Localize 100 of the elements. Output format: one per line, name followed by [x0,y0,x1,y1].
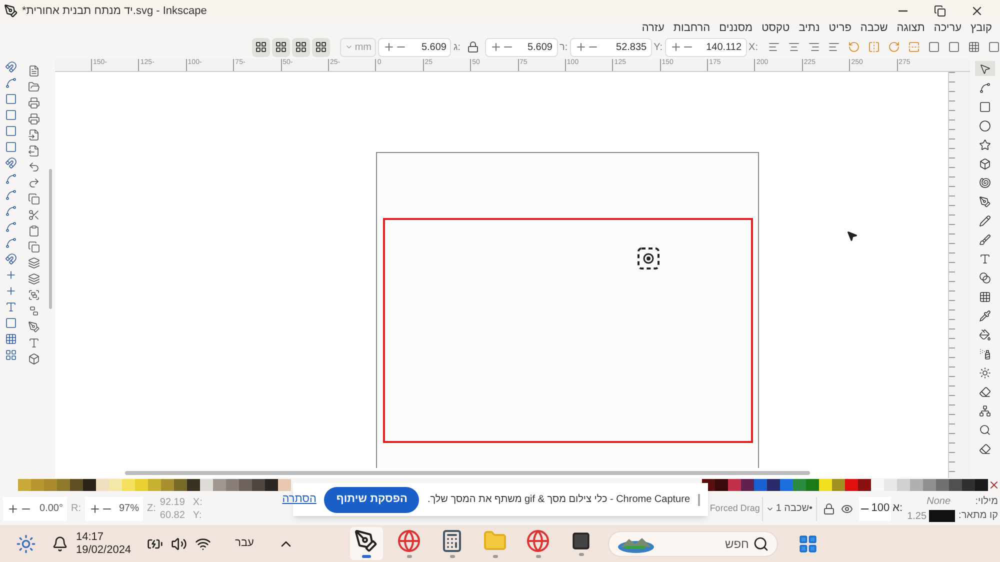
color-swatch[interactable] [767,479,780,491]
lock-icon[interactable] [466,41,478,53]
box-icon[interactable] [28,353,40,365]
color-swatch[interactable] [57,479,70,491]
mesh-icon[interactable] [979,290,991,302]
export-icon[interactable] [28,145,40,157]
curve-icon[interactable] [5,189,17,201]
plus-icon[interactable] [5,269,17,281]
curve-icon[interactable] [5,221,17,233]
layers-icon[interactable] [28,273,40,285]
opacity-field[interactable]: 100 [858,496,891,520]
color-swatch[interactable] [265,479,278,491]
color-swatch[interactable] [741,479,754,491]
color-swatch[interactable] [871,479,884,491]
color-swatch[interactable] [122,479,135,491]
plus-icon[interactable] [670,41,682,53]
eraser-icon[interactable] [979,386,991,398]
text-icon[interactable] [5,301,17,313]
brush-icon[interactable] [979,234,991,246]
color-swatch[interactable] [96,479,109,491]
wifi-icon[interactable] [195,536,212,552]
color-swatch[interactable] [200,479,213,491]
curve-icon[interactable] [5,237,17,249]
color-swatch[interactable] [226,479,239,491]
guide-icon[interactable] [5,349,17,361]
color-swatch[interactable] [910,479,923,491]
color-swatch[interactable] [715,479,728,491]
drag-handle-icon[interactable] [698,494,700,506]
color-swatch[interactable] [975,479,988,491]
tweak-icon[interactable] [979,366,991,378]
connector-icon[interactable] [979,404,991,416]
color-swatch[interactable] [18,479,31,491]
globe-icon[interactable] [397,529,422,553]
color-swatch[interactable] [44,479,57,491]
color-swatch[interactable] [936,479,949,491]
window-icon[interactable] [571,531,592,551]
rectangle-icon[interactable] [979,100,991,112]
menu-item[interactable]: עריכה [934,23,962,34]
undo-icon[interactable] [28,161,40,173]
weather-icon[interactable] [16,534,36,554]
menu-item[interactable]: הרחבות [673,23,710,34]
plus-icon[interactable] [89,502,101,514]
color-swatch[interactable] [845,479,858,491]
color-swatch[interactable] [70,479,83,491]
snap-button[interactable] [292,38,310,56]
paste-icon[interactable] [28,225,40,237]
menu-item[interactable]: שכבה [860,23,888,34]
close-icon[interactable] [988,479,1000,491]
lock-icon[interactable] [822,502,835,514]
node-icon[interactable] [979,82,991,94]
plus-icon[interactable] [490,41,502,53]
circle-icon[interactable] [979,120,991,132]
ungroup-icon[interactable] [28,305,40,317]
color-swatch[interactable] [161,479,174,491]
color-swatch[interactable] [793,479,806,491]
layer-dropdown[interactable]: •שכבה 1 [762,496,817,520]
bell-icon[interactable] [52,536,68,552]
color-swatch[interactable] [174,479,187,491]
box-icon[interactable] [5,93,17,105]
curve-icon[interactable] [5,205,17,217]
search-field[interactable]: חפש [654,534,749,552]
taskbar-app[interactable] [350,527,383,560]
gradient-icon[interactable] [979,272,991,284]
color-swatch[interactable] [728,479,741,491]
color-swatch[interactable] [780,479,793,491]
redo-icon[interactable] [28,177,40,189]
snap-button[interactable] [312,38,330,56]
rotate-icon[interactable] [888,41,900,53]
number-field[interactable]: 140.112 [664,38,747,56]
eye-icon[interactable] [840,502,853,514]
curve-icon[interactable] [5,173,17,185]
align-icon[interactable] [828,41,840,53]
color-swatch[interactable] [949,479,962,491]
page-icon[interactable] [5,317,17,329]
spiral-icon[interactable] [979,176,991,188]
layers-icon[interactable] [28,257,40,269]
align-icon[interactable] [768,41,780,53]
menu-item[interactable]: תצוגה [896,23,925,34]
zoom-field[interactable]: 97% [85,496,143,520]
snap-icon[interactable] [5,61,17,73]
pen-icon[interactable] [28,321,40,333]
cut-icon[interactable] [28,209,40,221]
number-field[interactable]: 52.835 [570,38,652,56]
color-swatch[interactable] [923,479,936,491]
color-swatch[interactable] [754,479,767,491]
group-icon[interactable] [28,289,40,301]
clock-date[interactable]: 19/02/2024 [76,544,132,556]
pencil-icon[interactable] [979,214,991,226]
color-swatch[interactable] [832,479,845,491]
plus-icon[interactable] [574,41,587,53]
rectangle-shape[interactable] [383,218,753,443]
volume-icon[interactable] [171,536,188,552]
plus-icon[interactable] [7,502,19,514]
menu-item[interactable]: עזרה [642,23,664,34]
snap-icon[interactable] [5,157,17,169]
printer-icon[interactable] [28,113,40,125]
color-swatch[interactable] [148,479,161,491]
color-swatch[interactable] [252,479,265,491]
globe-icon[interactable] [526,529,550,553]
color-swatch[interactable] [31,479,44,491]
